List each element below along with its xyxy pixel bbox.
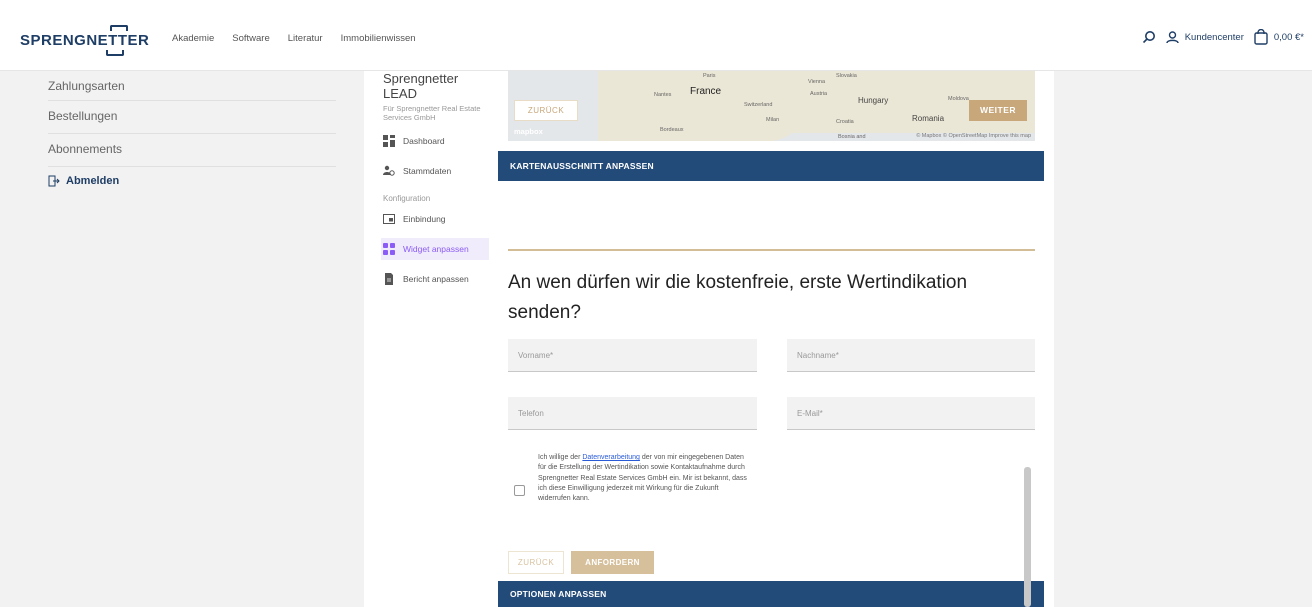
widget-preview: Paris France Nantes Bordeaux Switzerland… [498,71,1044,607]
product-nav-report[interactable]: Bericht anpassen [383,268,489,290]
logout-link[interactable]: Abmelden [48,175,336,187]
customer-center-link[interactable]: Kundencenter [1166,30,1244,44]
map-land-west [598,71,808,141]
account-sidebar: Zahlungsarten Bestellungen Abonnements A… [48,71,336,187]
logo-mark-bottom [106,50,124,56]
nav-akademie[interactable]: Akademie [172,33,214,44]
product-nav-dashboard[interactable]: Dashboard [383,130,489,152]
content-panel: Sprengnetter LEAD Für Sprengnetter Real … [364,71,1054,607]
nav-literatur[interactable]: Literatur [288,33,323,44]
account-item-payment-methods[interactable]: Zahlungsarten [48,71,336,101]
account-item-subscriptions[interactable]: Abonnements [48,134,336,167]
gold-divider [508,249,1035,251]
map-section-header[interactable]: KARTENAUSSCHNITT ANPASSEN [498,151,1044,181]
search-icon [1142,31,1155,44]
map-view[interactable]: Paris France Nantes Bordeaux Switzerland… [508,71,1035,141]
product-nav-widget[interactable]: Widget anpassen [381,238,489,260]
map-back-button[interactable]: ZURÜCK [514,100,578,121]
map-label-moldova: Moldova [948,96,969,102]
mapbox-logo[interactable]: mapbox [514,127,543,136]
dashboard-icon [383,135,395,147]
request-button[interactable]: ANFORDERN [571,551,654,574]
product-nav-embedding[interactable]: Einbindung [383,208,489,230]
phone-input[interactable]: Telefon [508,397,757,430]
header-actions: Kundencenter 0,00 €* [1142,29,1304,45]
consent-checkbox[interactable] [514,485,525,496]
map-label-hungary: Hungary [858,96,889,105]
embed-icon [383,213,395,225]
consent-text: Ich willige der Datenverarbeitung der vo… [538,454,747,503]
document-icon [383,273,395,285]
privacy-link[interactable]: Datenverarbeitung [582,454,640,461]
widget-scrollbar[interactable] [1024,467,1031,607]
map-attribution[interactable]: © Mapbox © OpenStreetMap Improve this ma… [916,133,1031,139]
product-subtitle: Für Sprengnetter Real Estate Services Gm… [383,104,481,122]
product-nav-master-data[interactable]: Stammdaten [383,160,489,182]
nav-software[interactable]: Software [232,33,270,44]
logo-mark-top [110,25,128,31]
map-label-switzerland: Switzerland [744,102,773,108]
dashboard-label: Dashboard [403,136,445,146]
report-label: Bericht anpassen [403,274,469,284]
form-question: An wen dürfen wir die kostenfreie, erste… [508,272,968,323]
brand-name: SPRENGNETTER [20,32,150,49]
map-label-nantes: Nantes [654,92,672,98]
options-section-header[interactable]: OPTIONEN ANPASSEN [498,581,1044,607]
search-button[interactable] [1142,30,1156,44]
shopping-bag-icon [1254,29,1268,45]
cart-button[interactable]: 0,00 €* [1254,29,1304,45]
map-label-slovakia: Slovakia [836,73,857,79]
nav-immobilienwissen[interactable]: Immobilienwissen [341,33,416,44]
product-nav: Sprengnetter LEAD Für Sprengnetter Real … [381,71,489,290]
master-data-label: Stammdaten [403,166,452,176]
logout-icon [48,175,60,187]
top-header: SPRENGNETTER Akademie Software Literatur… [0,0,1312,71]
map-label-paris: Paris [703,73,716,79]
users-icon [383,165,395,177]
user-icon [1166,30,1179,43]
map-label-vienna: Vienna [808,79,826,85]
main-nav: Akademie Software Literatur Immobilienwi… [172,33,416,44]
map-label-bosnia: Bosnia and [838,134,866,140]
map-label-france: France [690,86,722,97]
logout-label: Abmelden [66,175,120,187]
map-label-milan: Milan [766,117,780,123]
cart-total: 0,00 €* [1273,31,1304,43]
email-input[interactable]: E-Mail* [787,397,1035,430]
first-name-input[interactable]: Vorname* [508,339,757,372]
config-group-label: Konfiguration [383,194,431,203]
account-item-orders[interactable]: Bestellungen [48,101,336,134]
map-label-romania: Romania [912,114,945,123]
map-label-bordeaux: Bordeaux [660,127,684,133]
widget-label: Widget anpassen [403,244,469,254]
embedding-label: Einbindung [403,214,446,224]
product-title: Sprengnetter LEAD [383,71,459,101]
last-name-input[interactable]: Nachname* [787,339,1035,372]
map-next-button[interactable]: WEITER [969,100,1027,121]
widget-grid-icon [383,243,395,255]
map-label-croatia: Croatia [836,119,854,125]
sprengnetter-logo[interactable]: SPRENGNETTER [20,22,149,56]
customer-center-label: Kundencenter [1184,31,1244,43]
map-label-austria: Austria [810,91,828,97]
form-back-button[interactable]: ZURÜCK [508,551,564,574]
